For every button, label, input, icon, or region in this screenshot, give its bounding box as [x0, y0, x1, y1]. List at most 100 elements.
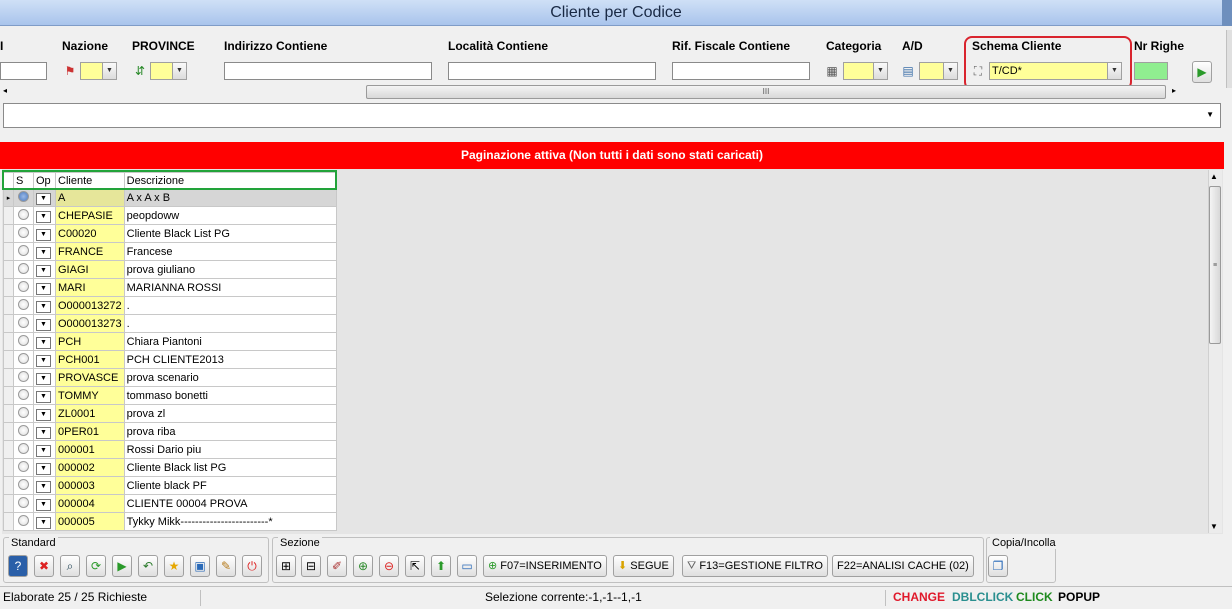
table-row[interactable]: ▼ 000003 Cliente black PF [3, 476, 338, 495]
nazione-select[interactable] [80, 62, 103, 80]
cliente-cell[interactable]: TOMMY [55, 386, 125, 405]
table-row[interactable]: ▼ 000002 Cliente Black list PG [3, 458, 338, 477]
table-row[interactable]: ▼ FRANCE Francese [3, 242, 338, 261]
row-select-radio[interactable] [13, 260, 34, 279]
play-button[interactable]: ▶ [1192, 61, 1212, 83]
row-op-dropdown[interactable]: ▼ [33, 458, 56, 477]
add-section-button[interactable]: ⊕ [353, 555, 373, 577]
row-select-radio[interactable] [13, 440, 34, 459]
descrizione-cell[interactable]: Cliente black PF [123, 476, 338, 495]
up-arrow-button[interactable]: ⬆ [431, 555, 451, 577]
cliente-cell[interactable]: 000001 [55, 440, 125, 459]
cliente-cell[interactable]: 000002 [55, 458, 125, 477]
table-row[interactable]: ▼ TOMMY tommaso bonetti [3, 386, 338, 405]
table-row[interactable]: ▼ 000005 Tykky Mikk-----------------------… [3, 512, 338, 531]
row-select-radio[interactable] [13, 314, 34, 333]
descrizione-cell[interactable]: PCH CLIENTE2013 [123, 350, 338, 369]
gestione-filtro-button[interactable]: ⛛ F13=GESTIONE FILTRO [682, 555, 828, 577]
segue-button[interactable]: ⬇ SEGUE [613, 555, 674, 577]
table-row[interactable]: ▼ O000013272. [3, 296, 338, 315]
row-select-radio[interactable] [13, 296, 34, 315]
run-button[interactable]: ▶ [112, 555, 132, 577]
rif-fiscale-input[interactable] [672, 62, 810, 80]
row-op-dropdown[interactable]: ▼ [33, 314, 56, 333]
document-button[interactable]: ▣ [190, 555, 210, 577]
row-op-dropdown[interactable]: ▼ [33, 476, 56, 495]
help-button[interactable]: ? [8, 555, 28, 577]
cliente-cell[interactable]: A [55, 188, 125, 207]
descrizione-cell[interactable]: prova giuliano [123, 260, 338, 279]
row-op-dropdown[interactable]: ▼ [33, 296, 56, 315]
descrizione-cell[interactable]: Cliente Black List PG [123, 224, 338, 243]
cliente-cell[interactable]: MARI [55, 278, 125, 297]
table-row[interactable]: ▼ 0PER01 prova riba [3, 422, 338, 441]
table-row[interactable]: ▼ PCH Chiara Piantoni [3, 332, 338, 351]
cliente-cell[interactable]: O000013272 [55, 296, 125, 315]
cliente-cell[interactable]: 0PER01 [55, 422, 125, 441]
row-op-dropdown[interactable]: ▼ [33, 278, 56, 297]
inserimento-button[interactable]: ⊕ F07=INSERIMENTO [483, 555, 607, 577]
ad-select[interactable] [919, 62, 944, 80]
row-select-radio[interactable] [13, 188, 34, 207]
table-row[interactable]: ▼ 000004 CLIENTE 00004 PROVA [3, 494, 338, 513]
descrizione-cell[interactable]: prova scenario [123, 368, 338, 387]
row-op-dropdown[interactable]: ▼ [33, 440, 56, 459]
descrizione-cell[interactable]: Rossi Dario piu [123, 440, 338, 459]
descrizione-cell[interactable]: peopdoww [123, 206, 338, 225]
row-select-radio[interactable] [13, 494, 34, 513]
table-row[interactable]: ▼ ZL0001 prova zl [3, 404, 338, 423]
analisi-cache-button[interactable]: F22=ANALISI CACHE (02) [832, 555, 974, 577]
table-row[interactable]: ▼ PCH001 PCH CLIENTE2013 [3, 350, 338, 369]
cliente-cell[interactable]: PCH001 [55, 350, 125, 369]
tree-expand-button[interactable]: ⊞ [276, 555, 296, 577]
descrizione-cell[interactable]: Tykky Mikk------------------------* [123, 512, 338, 531]
copy-button[interactable]: ❐ [988, 555, 1008, 577]
descrizione-cell[interactable]: prova riba [123, 422, 338, 441]
filter-combo[interactable]: ▼ [3, 103, 1221, 128]
row-op-dropdown[interactable]: ▼ [33, 332, 56, 351]
combo-dropdown-icon[interactable]: ▼ [1206, 110, 1214, 119]
scroll-right-arrow[interactable]: ▸ [1172, 86, 1176, 95]
table-row[interactable]: ▼ O000013273. [3, 314, 338, 333]
row-op-dropdown[interactable]: ▼ [33, 188, 56, 207]
indirizzo-input[interactable] [224, 62, 432, 80]
descrizione-cell[interactable]: A x A x B [123, 188, 338, 207]
table-row[interactable]: ▼ C00020 Cliente Black List PG [3, 224, 338, 243]
cliente-cell[interactable]: GIAGI [55, 260, 125, 279]
row-op-dropdown[interactable]: ▼ [33, 422, 56, 441]
row-select-radio[interactable] [13, 404, 34, 423]
row-op-dropdown[interactable]: ▼ [33, 206, 56, 225]
row-select-radio[interactable] [13, 278, 34, 297]
categoria-select[interactable] [843, 62, 874, 80]
cliente-cell[interactable]: 000004 [55, 494, 125, 513]
remove-section-button[interactable]: ⊖ [379, 555, 399, 577]
descrizione-cell[interactable]: MARIANNA ROSSI [123, 278, 338, 297]
cliente-cell[interactable]: FRANCE [55, 242, 125, 261]
table-row[interactable]: ▼ PROVASCE prova scenario [3, 368, 338, 387]
nr-righe-input[interactable] [1134, 62, 1168, 80]
cliente-cell[interactable]: PCH [55, 332, 125, 351]
row-select-radio[interactable] [13, 206, 34, 225]
cliente-cell[interactable]: CHEPASIE [55, 206, 125, 225]
row-select-radio[interactable] [13, 512, 34, 531]
row-op-dropdown[interactable]: ▼ [33, 512, 56, 531]
ad-dropdown-button[interactable]: ▼ [943, 62, 958, 80]
wand-button[interactable]: ✎ [216, 555, 236, 577]
table-row[interactable]: ▼ GIAGI prova giuliano [3, 260, 338, 279]
province-dropdown-button[interactable]: ▼ [172, 62, 187, 80]
row-select-radio[interactable] [13, 422, 34, 441]
vertical-scrollbar-thumb[interactable]: ≡ [1209, 186, 1221, 344]
descrizione-cell[interactable]: tommaso bonetti [123, 386, 338, 405]
row-select-radio[interactable] [13, 332, 34, 351]
scroll-down-arrow[interactable]: ▼ [1210, 522, 1218, 531]
scroll-up-arrow[interactable]: ▲ [1210, 172, 1218, 181]
row-select-radio[interactable] [13, 224, 34, 243]
province-select[interactable] [150, 62, 173, 80]
categoria-dropdown-button[interactable]: ▼ [873, 62, 888, 80]
descrizione-cell[interactable]: Francese [123, 242, 338, 261]
power-button[interactable]: ⏻ [242, 555, 262, 577]
cliente-cell[interactable]: O000013273 [55, 314, 125, 333]
descrizione-cell[interactable]: . [123, 314, 338, 333]
row-select-radio[interactable] [13, 242, 34, 261]
row-select-radio[interactable] [13, 386, 34, 405]
